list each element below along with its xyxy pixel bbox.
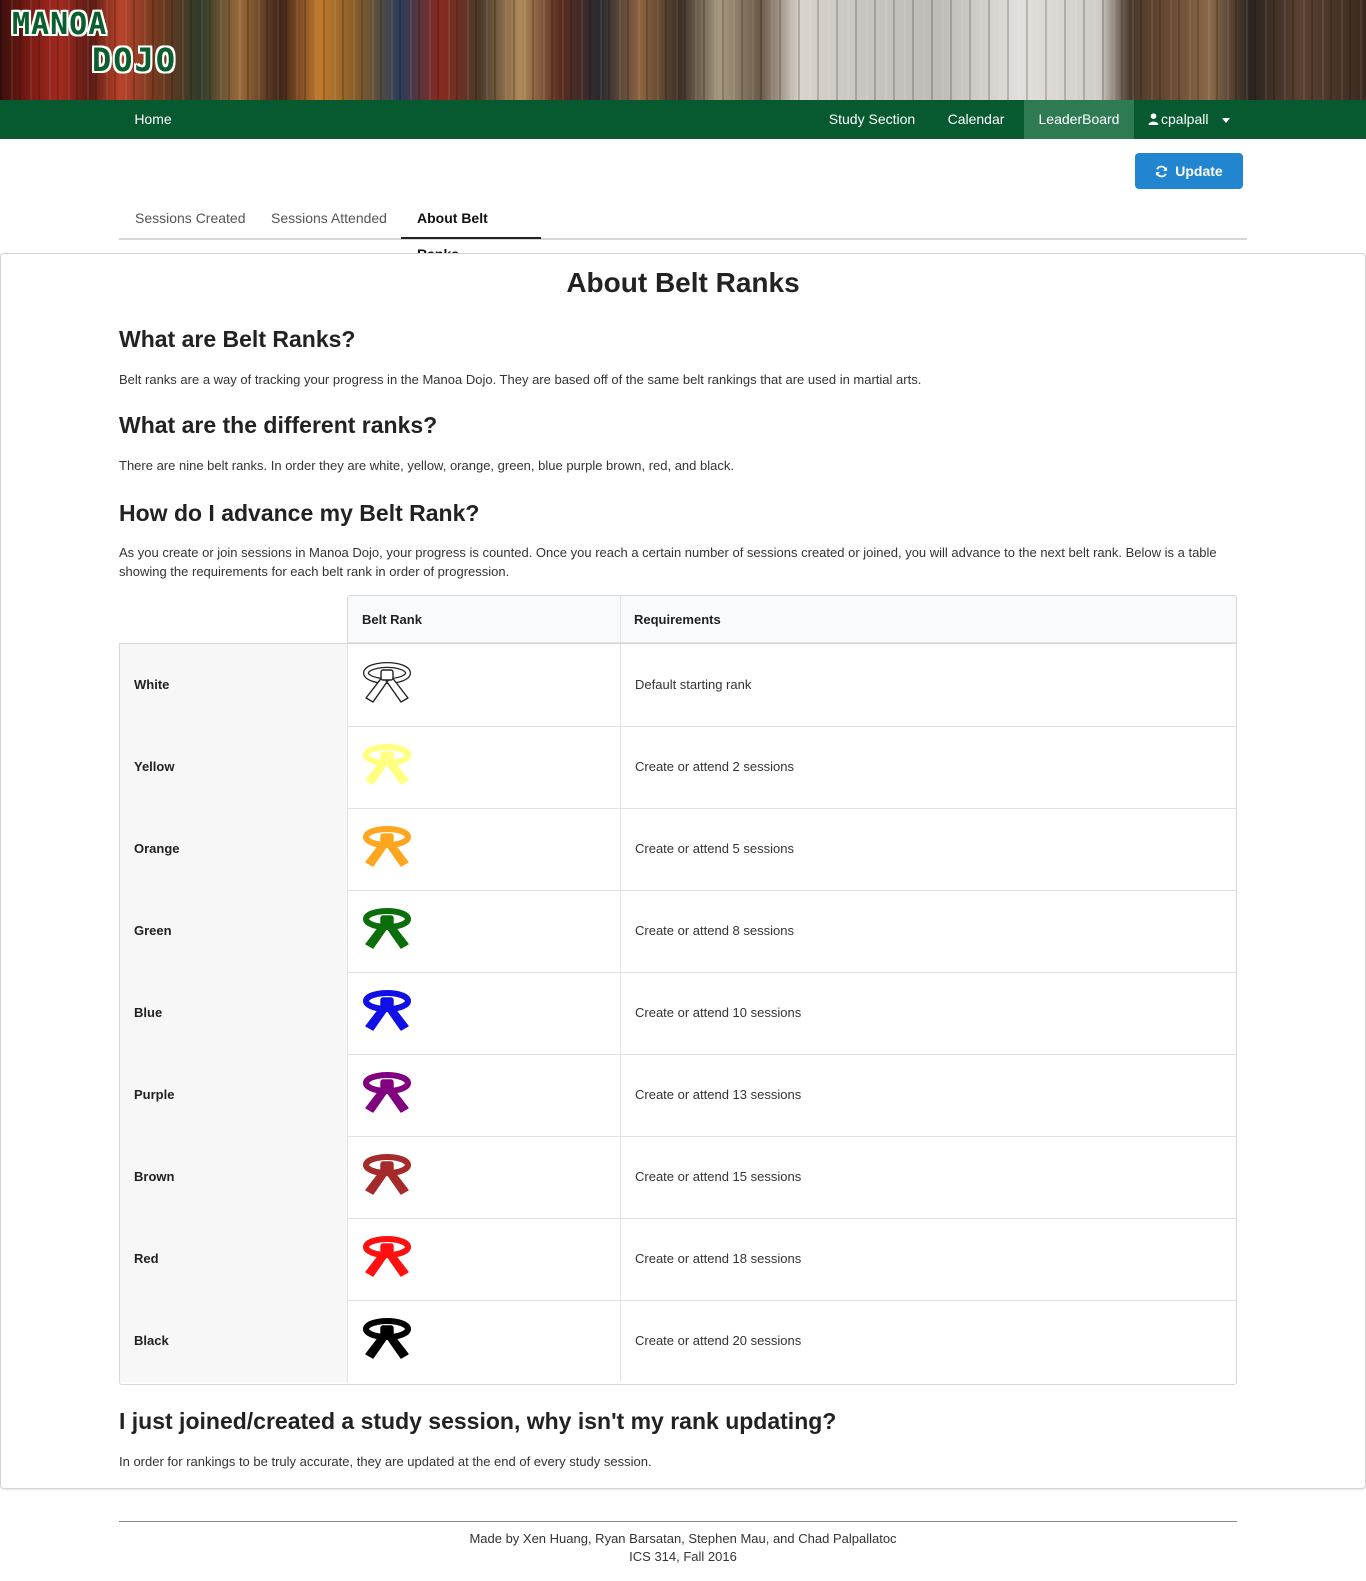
belt-image-cell [348,1218,621,1300]
nav-home-link[interactable]: Home [119,100,187,139]
black-belt-icon [363,1318,411,1359]
table-row: Blue Create or attend 10 sessions [120,972,1236,1055]
requirement-cell: Create or attend 15 sessions [635,1169,802,1184]
table-row: Black Create or attend 20 sessions [120,1300,1236,1382]
section-text-what-are-belt-ranks: Belt ranks are a way of tracking your pr… [119,372,922,387]
nav-study-section-link[interactable]: Study Section [818,100,926,139]
belt-image-cell [348,808,621,890]
belt-image-cell [348,726,621,808]
section-text-advance-rank: As you create or join sessions in Manoa … [119,545,1217,579]
section-heading-different-ranks: What are the different ranks? [119,412,438,438]
nav-calendar-link[interactable]: Calendar [934,100,1018,139]
page-title: About Belt Ranks [566,267,800,298]
section-text-rank-not-updating: In order for rankings to be truly accura… [119,1454,652,1469]
user-icon [1148,101,1159,140]
yellow-belt-icon [363,744,411,785]
table-row: Green Create or attend 8 sessions [120,890,1236,973]
profile-tabs: Sessions Created Sessions Attended About… [119,200,1247,262]
table-body: White Default starting rank Yellow Create o… [119,643,1237,1385]
nav-leaderboard-link[interactable]: LeaderBoard [1024,100,1134,139]
blue-belt-icon [363,990,411,1031]
table-row: Brown Create or attend 15 sessions [120,1136,1236,1219]
belt-name-cell: Orange [120,808,348,890]
header-banner: MANOA DOJO [0,0,1366,100]
belt-name-cell: White [120,644,348,726]
requirement-cell: Create or attend 13 sessions [635,1087,802,1102]
belt-rank-table: Belt Rank Requirements White Default star… [119,595,1237,1385]
refresh-icon [1156,165,1168,177]
belt-image-cell [348,1136,621,1218]
update-button-label: Update [1175,163,1223,179]
logo-line-2: DOJO [92,41,178,79]
tab-about-belt-ranks[interactable]: About Belt Ranks [401,200,541,262]
top-navbar: Home Study Section Calendar LeaderBoard … [0,100,1366,139]
table-row: Red Create or attend 18 sessions [120,1218,1236,1301]
table-row: White Default starting rank [120,644,1236,727]
requirement-cell: Create or attend 10 sessions [635,1005,802,1020]
tab-sessions-created[interactable]: Sessions Created [119,200,262,236]
chevron-down-icon [1222,117,1231,123]
belt-name-cell: Blue [120,972,348,1054]
user-menu-dropdown[interactable]: cpalpall [1140,100,1244,139]
belt-name-cell: Yellow [120,726,348,808]
belt-name-cell: Brown [120,1136,348,1218]
belt-image-cell [348,890,621,972]
brown-belt-icon [363,1154,411,1195]
tab-sessions-attended[interactable]: Sessions Attended [255,200,403,236]
belt-image-cell [348,972,621,1054]
belt-name-cell: Purple [120,1054,348,1136]
section-heading-advance-rank: How do I advance my Belt Rank? [119,500,480,526]
requirement-cell: Create or attend 18 sessions [635,1251,802,1266]
requirement-cell: Create or attend 8 sessions [635,923,794,938]
red-belt-icon [363,1236,411,1277]
requirement-cell: Create or attend 2 sessions [635,759,794,774]
section-heading-rank-not-updating: I just joined/created a study session, w… [119,1408,837,1434]
orange-belt-icon [363,826,411,867]
requirement-cell: Create or attend 5 sessions [635,841,794,856]
column-header-requirements: Requirements [634,612,721,627]
belt-image-cell [348,644,621,726]
belt-image-cell [348,1300,621,1382]
table-row: Purple Create or attend 13 sessions [120,1054,1236,1137]
column-header-belt-rank: Belt Rank [362,612,422,627]
belt-name-cell: Red [120,1218,348,1300]
username-label: cpalpall [1161,111,1209,127]
belt-name-cell: Black [120,1300,348,1382]
requirement-cell: Create or attend 20 sessions [635,1333,802,1348]
purple-belt-icon [363,1072,411,1113]
footer-credits: Made by Xen Huang, Ryan Barsatan, Stephe… [469,1531,897,1546]
table-row: Orange Create or attend 5 sessions [120,808,1236,891]
logo-line-1: MANOA [12,7,108,42]
requirement-cell: Default starting rank [635,677,752,692]
section-heading-what-are-belt-ranks: What are Belt Ranks? [119,326,356,352]
green-belt-icon [363,908,411,949]
table-row: Yellow Create or attend 2 sessions [120,726,1236,809]
footer-course: ICS 314, Fall 2016 [629,1549,737,1564]
belt-image-cell [348,1054,621,1136]
belt-name-cell: Green [120,890,348,972]
table-header: Belt Rank Requirements [347,595,1237,644]
white-belt-icon [363,662,411,703]
section-text-different-ranks: There are nine belt ranks. In order they… [119,458,734,473]
update-button[interactable]: Update [1135,153,1243,189]
manoa-dojo-logo[interactable]: MANOA DOJO [12,7,178,79]
footer-divider [119,1521,1237,1522]
